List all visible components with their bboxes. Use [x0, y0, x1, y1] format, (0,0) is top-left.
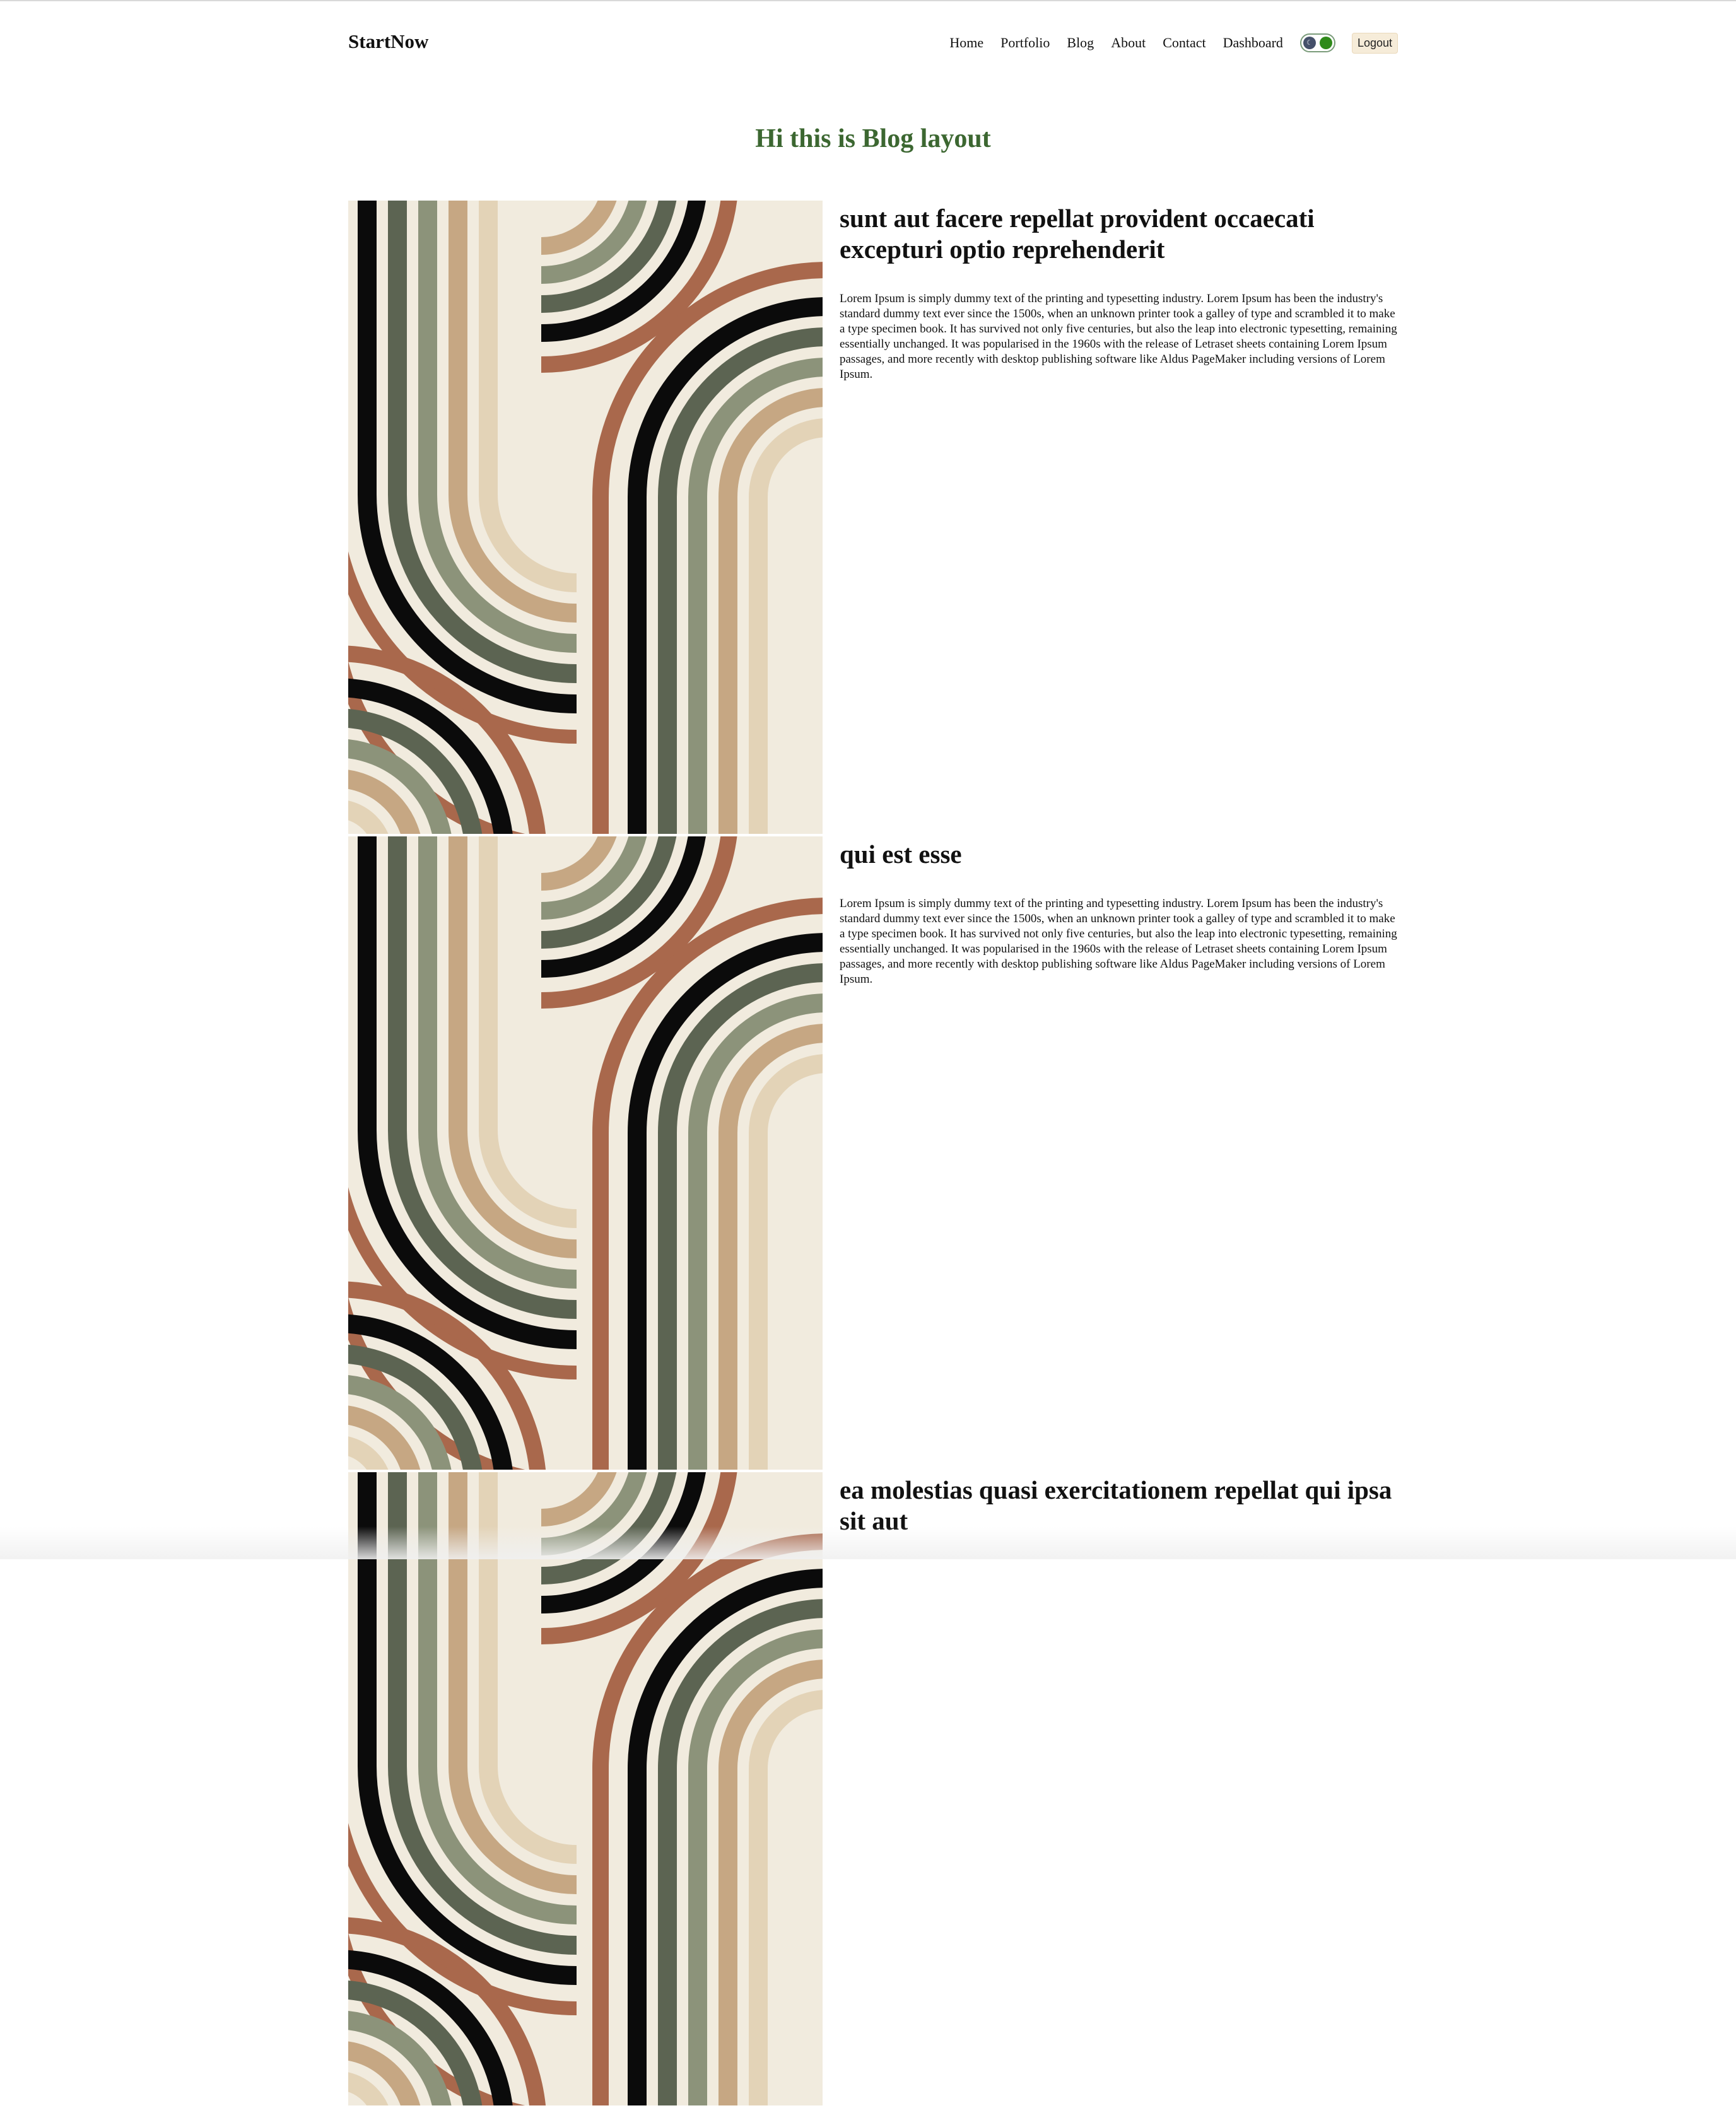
- logout-button[interactable]: Logout: [1351, 32, 1398, 54]
- nav-link-about[interactable]: About: [1111, 35, 1146, 51]
- post-title[interactable]: sunt aut facere repellat provident occae…: [840, 201, 1398, 265]
- post-content: qui est esse Lorem Ipsum is simply dummy…: [840, 836, 1398, 987]
- nav-link-portfolio[interactable]: Portfolio: [1000, 35, 1050, 51]
- site-logo[interactable]: StartNow: [348, 30, 428, 53]
- post-item: qui est esse Lorem Ipsum is simply dummy…: [348, 836, 1398, 1472]
- post-image[interactable]: [348, 201, 823, 834]
- nav-link-contact[interactable]: Contact: [1163, 35, 1205, 51]
- post-image[interactable]: [348, 836, 823, 1470]
- post-content: ea molestias quasi exercitationem repell…: [840, 1472, 1398, 1563]
- post-text: Lorem Ipsum is simply dummy text of the …: [840, 292, 1397, 381]
- post-content: sunt aut facere repellat provident occae…: [840, 201, 1398, 382]
- post-title[interactable]: qui est esse: [840, 836, 1398, 870]
- nav-link-blog[interactable]: Blog: [1067, 35, 1094, 51]
- nav-links: Home Portfolio Blog About Contact Dashbo…: [949, 32, 1398, 54]
- post-item: sunt aut facere repellat provident occae…: [348, 201, 1398, 836]
- moon-icon: ☾: [1303, 37, 1316, 49]
- navbar: StartNow Home Portfolio Blog About Conta…: [348, 0, 1398, 86]
- theme-toggle[interactable]: ☾: [1299, 33, 1335, 52]
- post-list: sunt aut facere repellat provident occae…: [348, 201, 1398, 2108]
- nav-link-dashboard[interactable]: Dashboard: [1223, 35, 1283, 51]
- post-image[interactable]: [348, 1472, 823, 2105]
- post-title[interactable]: ea molestias quasi exercitationem repell…: [840, 1472, 1398, 1537]
- post-text: Lorem Ipsum is simply dummy text of the …: [840, 897, 1397, 986]
- sun-icon: [1319, 37, 1332, 49]
- post-item: ea molestias quasi exercitationem repell…: [348, 1472, 1398, 2108]
- page-title: Hi this is Blog layout: [755, 124, 991, 153]
- page-container: StartNow Home Portfolio Blog About Conta…: [348, 0, 1398, 86]
- nav-link-home[interactable]: Home: [949, 35, 983, 51]
